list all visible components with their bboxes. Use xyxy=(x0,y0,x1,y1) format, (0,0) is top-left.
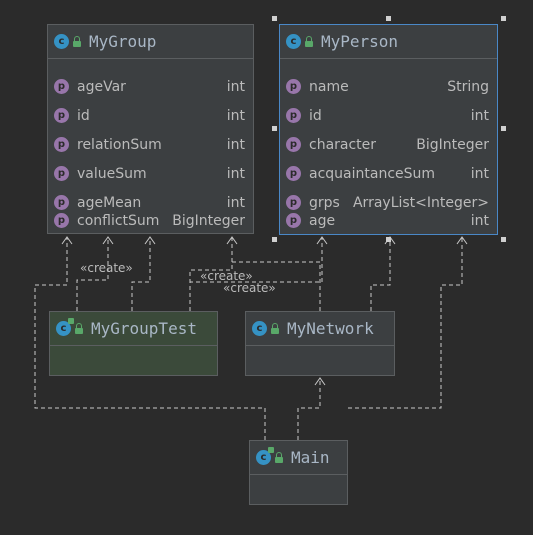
lock-icon xyxy=(271,322,279,334)
field-row[interactable]: p ageVar int xyxy=(48,72,253,101)
field-name: id xyxy=(309,107,322,124)
field-name: relationSum xyxy=(77,136,162,153)
edge-mygrouptest-mygroup-2 xyxy=(131,237,151,311)
edge-label-create: «create» xyxy=(80,261,133,275)
field-row[interactable]: p id int xyxy=(48,101,253,130)
field-type: int xyxy=(470,107,489,124)
class-title: MyGroupTest xyxy=(91,319,197,338)
field-name: conflictSum xyxy=(77,212,160,229)
field-icon: p xyxy=(54,166,69,181)
class-main[interactable]: c Main xyxy=(249,440,348,505)
field-row[interactable]: p valueSum int xyxy=(48,159,253,188)
field-icon: p xyxy=(286,213,301,228)
main-class-icon: c xyxy=(256,447,274,465)
resize-handle[interactable] xyxy=(386,16,391,21)
field-type: int xyxy=(470,212,489,229)
field-row[interactable]: p acquaintanceSum int xyxy=(280,159,497,188)
field-icon: p xyxy=(54,108,69,123)
class-mygrouptest[interactable]: c MyGroupTest xyxy=(49,311,218,376)
class-header: c MyNetwork xyxy=(246,312,394,346)
resize-handle[interactable] xyxy=(501,16,506,21)
field-row[interactable]: p name String xyxy=(280,72,497,101)
field-type: int xyxy=(226,165,245,182)
resize-handle[interactable] xyxy=(272,126,277,131)
field-type: BigInteger xyxy=(416,136,489,153)
edge-main-mynetwork xyxy=(297,378,321,440)
field-name: name xyxy=(309,78,349,95)
class-header: c MyGroupTest xyxy=(50,312,217,346)
lock-icon xyxy=(305,35,313,47)
class-mygroup[interactable]: c MyGroup p ageVar int p id int p relati… xyxy=(47,24,254,234)
field-type: String xyxy=(447,78,489,95)
field-type: int xyxy=(470,165,489,182)
field-icon: p xyxy=(286,166,301,181)
class-myperson[interactable]: c MyPerson p name String p id int p char… xyxy=(279,24,498,235)
field-type: int xyxy=(226,107,245,124)
class-icon: c xyxy=(252,321,267,336)
class-title: MyGroup xyxy=(89,32,157,51)
field-row[interactable]: p id int xyxy=(280,101,497,130)
field-row[interactable]: p conflictSum BigInteger xyxy=(48,206,253,235)
field-row[interactable]: p relationSum int xyxy=(48,130,253,159)
field-icon: p xyxy=(54,213,69,228)
field-name: valueSum xyxy=(77,165,147,182)
test-class-icon: c xyxy=(56,318,74,336)
lock-icon xyxy=(275,451,283,463)
class-icon: c xyxy=(286,34,301,49)
class-title: MyPerson xyxy=(321,32,399,51)
field-row[interactable]: p age int xyxy=(280,206,497,235)
field-name: character xyxy=(309,136,377,153)
resize-handle[interactable] xyxy=(501,126,506,131)
edge-mynetwork-myperson-2 xyxy=(370,237,391,311)
class-title: MyNetwork xyxy=(287,319,374,338)
field-type: BigInteger xyxy=(172,212,245,229)
field-name: id xyxy=(77,107,90,124)
resize-handle[interactable] xyxy=(272,237,277,242)
field-type: int xyxy=(226,78,245,95)
class-header: c MyGroup xyxy=(48,25,253,59)
class-title: Main xyxy=(291,448,330,467)
field-name: acquaintanceSum xyxy=(309,165,436,182)
class-mynetwork[interactable]: c MyNetwork xyxy=(245,311,395,376)
resize-handle[interactable] xyxy=(501,237,506,242)
class-header: c MyPerson xyxy=(280,25,497,59)
field-icon: p xyxy=(286,108,301,123)
field-icon: p xyxy=(286,137,301,152)
field-icon: p xyxy=(54,79,69,94)
field-icon: p xyxy=(54,137,69,152)
field-row[interactable]: p character BigInteger xyxy=(280,130,497,159)
lock-icon xyxy=(75,322,83,334)
resize-handle[interactable] xyxy=(386,237,391,242)
field-icon: p xyxy=(286,79,301,94)
field-type: int xyxy=(226,136,245,153)
edge-label-create: «create» xyxy=(223,281,276,295)
lock-icon xyxy=(73,35,81,47)
class-header: c Main xyxy=(250,441,347,475)
field-name: age xyxy=(309,212,336,229)
field-name: ageVar xyxy=(77,78,126,95)
class-icon: c xyxy=(54,34,69,49)
resize-handle[interactable] xyxy=(272,16,277,21)
